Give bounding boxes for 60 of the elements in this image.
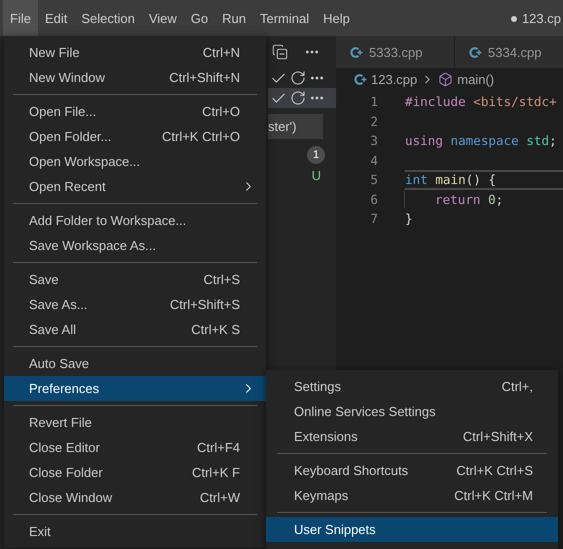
menu-item[interactable]: Save Workspace As... [4, 233, 266, 258]
breadcrumb-item[interactable]: 123.cpp [354, 72, 418, 86]
breadcrumb-item[interactable]: main() [438, 72, 494, 86]
menu-item[interactable]: Open Folder... Ctrl+K Ctrl+O [4, 124, 266, 149]
code-line: int main() { [405, 172, 496, 188]
menu-item[interactable]: Revert File [4, 410, 266, 435]
menu-bar-item[interactable]: Go [184, 0, 216, 36]
refresh-icon[interactable] [290, 90, 306, 106]
menu-item[interactable]: Save As... Ctrl+Shift+S [4, 292, 266, 317]
code-line: } [405, 211, 413, 226]
menu-item[interactable]: Close Window Ctrl+W [4, 485, 266, 510]
line-number: 6 [369, 192, 378, 207]
menu-item[interactable]: User Snippets [266, 517, 558, 542]
menu-item[interactable]: Extensions Ctrl+Shift+X [266, 424, 558, 449]
menu-item[interactable]: Keyboard Shortcuts Ctrl+K Ctrl+S [266, 458, 558, 483]
menu-item[interactable]: Save All Ctrl+K S [4, 317, 266, 342]
menu-item[interactable]: Online Services Settings [266, 399, 558, 424]
line-number: 3 [369, 133, 378, 148]
menu-item[interactable]: Settings Ctrl+, [266, 374, 558, 399]
menu-item[interactable]: New Window Ctrl+Shift+N [4, 65, 266, 90]
window-title: 123.cp [510, 10, 561, 26]
menu-item[interactable]: Open Workspace... [4, 149, 266, 174]
collapse-all-icon[interactable] [272, 44, 288, 60]
menu-item[interactable]: Add Folder to Workspace... [4, 208, 266, 233]
menu-item[interactable]: Keymaps Ctrl+K Ctrl+M [266, 483, 558, 508]
menu-item[interactable]: Close Editor Ctrl+F4 [4, 435, 266, 460]
code-line: return 0; [435, 192, 504, 207]
cpp-file-icon [469, 46, 482, 58]
cpp-file-icon [350, 46, 363, 58]
line-number: 2 [369, 114, 378, 129]
menu-item[interactable]: Open File... Ctrl+O [4, 99, 266, 124]
menu-item[interactable]: Save Ctrl+S [4, 267, 266, 292]
refresh-icon[interactable] [290, 70, 306, 86]
menu-bar-item[interactable]: File [3, 0, 38, 36]
line-number: 1 [369, 94, 378, 110]
menu-bar-item[interactable]: Terminal [253, 0, 316, 36]
line-number: 4 [369, 152, 378, 168]
line-number: 7 [369, 211, 378, 226]
editor-tab[interactable]: 5334.cpp [455, 36, 563, 68]
menu-bar-item[interactable]: Help [316, 0, 357, 36]
menu-item[interactable]: Exit [4, 519, 266, 544]
menu-item[interactable]: Preferences [4, 376, 266, 401]
code-line: using namespace std; [405, 133, 557, 148]
menu-item[interactable]: New File Ctrl+N [4, 40, 266, 65]
menu-item[interactable]: Close Folder Ctrl+K F [4, 460, 266, 485]
line-number: 5 [369, 172, 378, 188]
menu-bar-item[interactable]: View [142, 0, 184, 36]
cpp-file-icon [354, 72, 367, 86]
menu-item[interactable]: Open Recent [4, 174, 266, 199]
menu-bar-item[interactable]: Run [215, 0, 253, 36]
sidebar-row[interactable] [268, 88, 336, 108]
menu-item[interactable]: Auto Save [4, 351, 266, 376]
menu-bar-item[interactable]: Edit [38, 0, 74, 36]
menu-bar-item[interactable]: Selection [74, 0, 142, 36]
cube-icon [438, 72, 454, 86]
status-letter: U [312, 168, 321, 183]
count-badge: 1 [307, 146, 325, 164]
code-line: #include <bits/stdc+ [405, 94, 557, 110]
editor-tab[interactable]: 5333.cpp [336, 36, 455, 68]
input-field[interactable]: ster') [268, 114, 323, 139]
